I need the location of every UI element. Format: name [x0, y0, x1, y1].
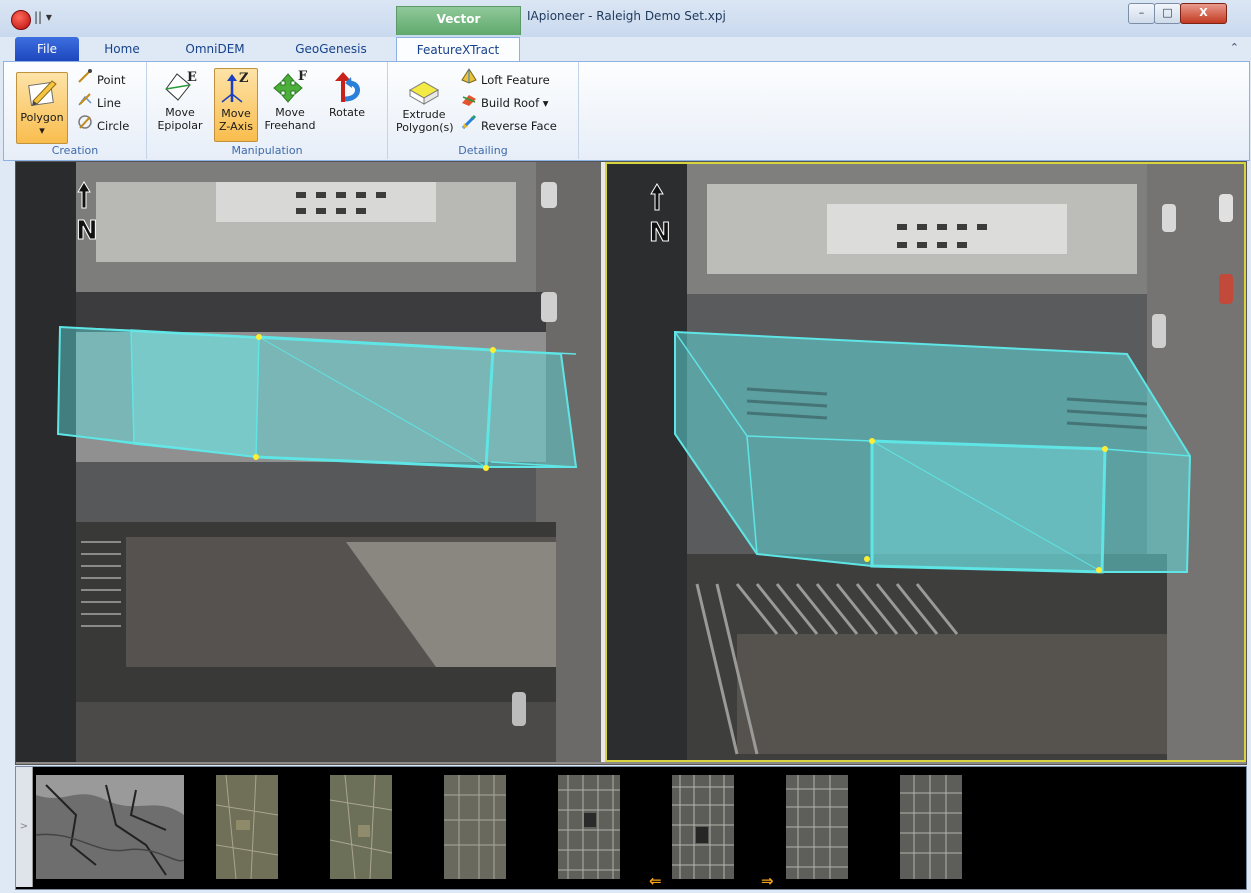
reverse-face-icon	[460, 114, 478, 136]
qat-dropdown-icon[interactable]: ▾	[46, 10, 52, 24]
tab-featurextract[interactable]: FeatureXTract	[396, 37, 520, 62]
group-creation: Polygon ▾ Point Line Circle Creation	[4, 62, 147, 159]
reverse-face-label: Reverse Face	[481, 119, 557, 133]
rotate-icon	[323, 68, 371, 106]
loft-feature-label: Loft Feature	[481, 73, 550, 87]
move-z-axis-button[interactable]: Z Move Z-Axis	[214, 68, 258, 142]
title-bar: || ▾ Vector IApioneer - Raleigh Demo Set…	[0, 0, 1251, 37]
move-freehand-label: Move Freehand	[264, 106, 316, 132]
circle-icon	[76, 114, 94, 136]
move-z-axis-label: Move Z-Axis	[219, 107, 253, 133]
thumbnail-aerial-4[interactable]	[558, 775, 620, 879]
window-title: IApioneer - Raleigh Demo Set.xpj	[527, 9, 726, 23]
left-stereo-pane[interactable]: N	[16, 162, 601, 762]
tab-file[interactable]: File	[15, 37, 79, 61]
move-epipolar-icon: E	[153, 68, 207, 106]
circle-button[interactable]: Circle	[76, 114, 129, 134]
circle-label: Circle	[97, 119, 130, 133]
thumbnail-aerial-5[interactable]	[672, 775, 734, 879]
point-button[interactable]: Point	[76, 68, 126, 88]
minimize-icon: –	[1138, 6, 1145, 19]
extrude-polygons-label: Extrude Polygon(s)	[396, 108, 454, 134]
polygon-dropdown-icon: ▾	[39, 124, 45, 137]
north-label: N	[649, 218, 671, 248]
point-label: Point	[97, 73, 126, 87]
strip-expand-handle[interactable]: >	[16, 767, 33, 887]
building-feature-right[interactable]	[674, 330, 1192, 574]
z-axis-badge: Z	[239, 71, 249, 86]
group-manipulation: E Move Epipolar Z Move Z-Axis F Move Fre…	[147, 62, 388, 159]
qat-separator: ||	[34, 10, 43, 24]
move-epipolar-button[interactable]: E Move Epipolar	[153, 68, 207, 140]
thumbnail-aerial-6[interactable]	[786, 775, 848, 879]
group-label-creation: Creation	[51, 144, 99, 157]
extrude-polygons-button[interactable]: Extrude Polygon(s)	[396, 70, 454, 142]
freehand-badge: F	[298, 69, 308, 84]
group-detailing: Extrude Polygon(s) Loft Feature Build Ro…	[388, 62, 579, 159]
stereo-viewer: N N	[15, 161, 1247, 765]
loft-icon	[460, 68, 478, 90]
extrude-icon	[396, 70, 452, 108]
polygon-label: Polygon	[20, 111, 64, 124]
rotate-button[interactable]: Rotate	[323, 68, 371, 140]
thumbnail-aerial-3[interactable]	[444, 775, 506, 879]
minimize-button[interactable]: –	[1128, 3, 1155, 24]
group-label-detailing: Detailing	[458, 144, 508, 157]
line-button[interactable]: Line	[76, 91, 121, 111]
move-freehand-button[interactable]: F Move Freehand	[262, 68, 318, 140]
quick-access-toolbar[interactable]: || ▾	[34, 10, 52, 24]
maximize-icon: □	[1162, 6, 1173, 19]
close-button[interactable]: X	[1180, 3, 1227, 24]
tab-home[interactable]: Home	[92, 37, 152, 61]
line-label: Line	[97, 96, 121, 110]
move-z-axis-icon: Z	[215, 69, 257, 107]
close-icon: X	[1199, 6, 1208, 19]
group-label-manipulation: Manipulation	[231, 144, 303, 157]
line-icon	[76, 91, 94, 113]
next-image-arrow-icon[interactable]: ⇒	[761, 872, 774, 890]
loft-feature-button[interactable]: Loft Feature	[460, 68, 550, 88]
epipolar-badge: E	[187, 70, 197, 85]
north-label: N	[76, 216, 98, 246]
ribbon-tab-row: File Home OmniDEM GeoGenesis FeatureXTra…	[0, 37, 1251, 62]
build-roof-label: Build Roof	[481, 96, 540, 110]
maximize-button[interactable]: □	[1154, 3, 1181, 24]
tab-geogenesis[interactable]: GeoGenesis	[281, 37, 381, 61]
previous-image-arrow-icon[interactable]: ⇐	[649, 872, 662, 890]
thumbnail-dem-hillshade[interactable]	[36, 775, 184, 879]
app-menu-icon[interactable]	[11, 10, 31, 30]
polygon-button[interactable]: Polygon ▾	[16, 72, 68, 144]
build-roof-icon	[460, 91, 478, 113]
tab-omnidem[interactable]: OmniDEM	[170, 37, 260, 61]
polygon-icon	[17, 73, 67, 111]
point-icon	[76, 68, 94, 90]
move-freehand-icon: F	[262, 68, 318, 106]
move-epipolar-label: Move Epipolar	[157, 106, 203, 132]
right-stereo-pane[interactable]: N	[605, 162, 1246, 762]
build-roof-button[interactable]: Build Roof ▾	[460, 91, 549, 111]
thumbnail-aerial-2[interactable]	[330, 775, 392, 879]
thumbnail-aerial-7[interactable]	[900, 775, 962, 879]
collapse-ribbon-icon[interactable]: ⌃	[1230, 41, 1239, 54]
rotate-label: Rotate	[328, 106, 365, 119]
thumbnail-strip: > ⇐ ⇒	[15, 766, 1247, 890]
reverse-face-button[interactable]: Reverse Face	[460, 114, 557, 134]
context-group-vector: Vector	[396, 6, 521, 35]
build-roof-dropdown-icon: ▾	[542, 96, 549, 110]
ribbon-panel: Polygon ▾ Point Line Circle Creation E M…	[3, 61, 1250, 161]
thumbnail-aerial-1[interactable]	[216, 775, 278, 879]
